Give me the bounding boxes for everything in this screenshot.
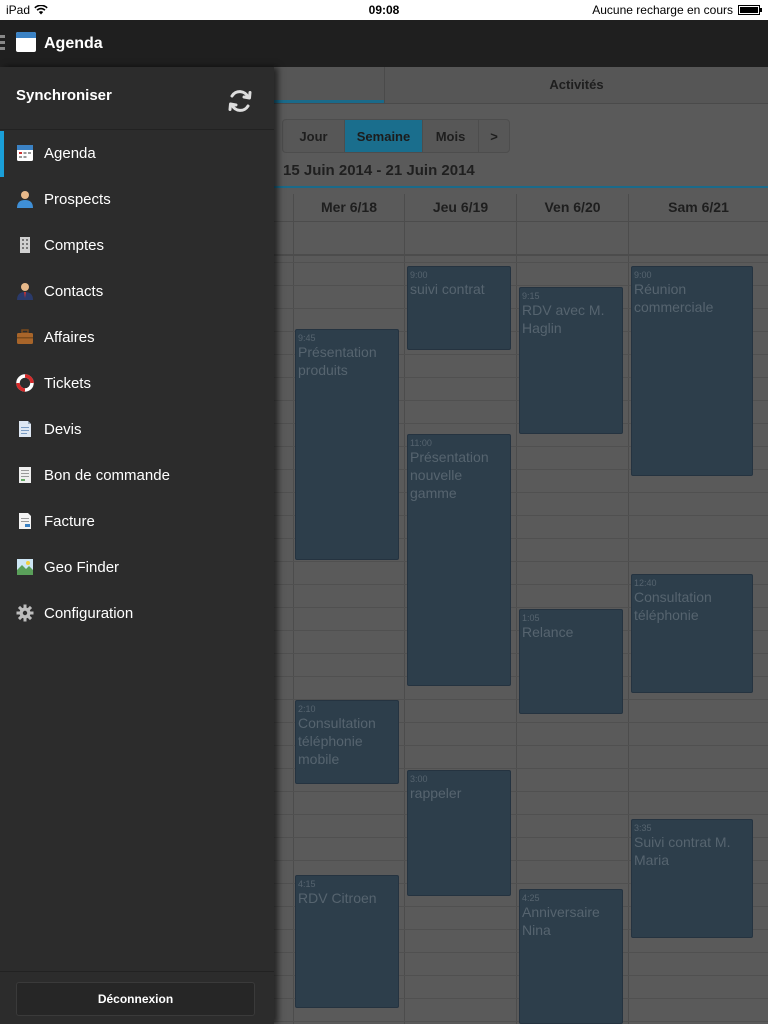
menu-item-tickets[interactable]: Tickets	[0, 361, 274, 407]
event-time: 4:25	[522, 893, 540, 903]
event-time: 3:35	[634, 823, 652, 833]
event-time: 2:10	[298, 704, 316, 714]
calendar-icon	[16, 32, 36, 52]
event-time: 11:00	[410, 438, 432, 448]
menu-item-devis[interactable]: Devis	[0, 407, 274, 453]
event-time: 1:05	[522, 613, 540, 623]
event-time: 12:40	[634, 578, 657, 588]
menu-item-label: Affaires	[44, 329, 95, 346]
event-title: Suivi contrat M. Maria	[634, 834, 731, 868]
menu-item-label: Configuration	[44, 605, 134, 622]
event-jeu-suivi-contrat[interactable]: 9:00 suivi contrat	[407, 266, 511, 350]
menu-item-label: Tickets	[44, 375, 91, 392]
status-bar: iPad 09:08 Aucune recharge en cours	[0, 0, 768, 20]
calendar-header: Mer 6/18 Jeu 6/19 Ven 6/20 Sam 6/21	[274, 194, 768, 222]
menu-item-agenda[interactable]: Agenda	[0, 131, 274, 177]
calendar-icon	[17, 145, 33, 161]
menu-item-comptes[interactable]: Comptes	[0, 223, 274, 269]
menu-item-prospects[interactable]: Prospects	[0, 177, 274, 223]
event-time: 4:15	[298, 879, 316, 889]
next-button[interactable]: >	[479, 120, 509, 152]
event-jeu-presentation[interactable]: 11:00 Présentation nouvelle gamme	[407, 434, 511, 686]
sync-title: Synchroniser	[16, 87, 112, 104]
menu-item-contacts[interactable]: Contacts	[0, 269, 274, 315]
day-header-mer: Mer 6/18	[320, 199, 378, 215]
menu-item-configuration[interactable]: Configuration	[0, 591, 274, 637]
day-header-sam: Sam 6/21	[668, 199, 729, 215]
person-icon	[17, 191, 33, 208]
tab-agenda-indicator[interactable]	[274, 100, 384, 103]
menu-item-affaires[interactable]: Affaires	[0, 315, 274, 361]
view-week-button[interactable]: Semaine	[345, 120, 423, 152]
event-time: 9:00	[410, 270, 428, 280]
briefcase-icon	[17, 329, 33, 344]
drawer-header: Synchroniser	[0, 67, 274, 130]
menu-item-label: Facture	[44, 513, 95, 530]
view-day-button[interactable]: Jour	[283, 120, 345, 152]
map-icon	[17, 559, 33, 575]
event-mer-rdv-citroen[interactable]: 4:15 RDV Citroen	[295, 875, 399, 1008]
menu-item-label: Contacts	[44, 283, 104, 300]
menu-item-label: Bon de commande	[44, 467, 170, 484]
event-title: RDV Citroen	[298, 890, 377, 906]
tab-activites[interactable]: Activités	[384, 67, 768, 104]
app-title: Agenda	[44, 35, 103, 52]
document-icon	[19, 421, 31, 437]
event-title: rappeler	[410, 785, 462, 801]
building-icon	[20, 237, 30, 253]
side-drawer: Synchroniser Agenda Prospects Comptes Co…	[0, 67, 274, 1024]
event-title: RDV avec M. Haglin	[522, 302, 605, 336]
date-range-divider	[274, 186, 768, 188]
event-title: suivi contrat	[410, 281, 485, 297]
app-header: Agenda	[0, 20, 768, 67]
event-title: Présentation nouvelle gamme	[410, 449, 489, 501]
menu-item-label: Geo Finder	[44, 559, 120, 576]
contact-icon	[17, 283, 33, 300]
drawer-menu: Agenda Prospects Comptes Contacts Affair…	[0, 131, 274, 637]
menu-item-bon-de-commande[interactable]: Bon de commande	[0, 453, 274, 499]
event-time: 9:15	[522, 291, 540, 301]
event-sam-suivi-contrat[interactable]: 3:35 Suivi contrat M. Maria	[631, 819, 753, 938]
battery-icon	[738, 5, 762, 15]
menu-item-geo-finder[interactable]: Geo Finder	[0, 545, 274, 591]
event-time: 9:45	[298, 333, 316, 343]
event-jeu-rappeler[interactable]: 3:00 rappeler	[407, 770, 511, 896]
tab-bar: Activités	[274, 67, 768, 104]
event-sam-consultation[interactable]: 12:40 Consultation téléphonie	[631, 574, 753, 693]
menu-icon[interactable]	[0, 35, 5, 51]
invoice-icon	[19, 513, 31, 529]
view-selector: Jour Semaine Mois >	[282, 119, 510, 153]
event-ven-relance[interactable]: 1:05 Relance	[519, 609, 623, 714]
event-title: Réunion commerciale	[634, 281, 714, 315]
event-ven-rdv-haglin[interactable]: 9:15 RDV avec M. Haglin	[519, 287, 623, 434]
event-title: Consultation téléphonie mobile	[298, 715, 376, 767]
gear-icon	[16, 604, 34, 622]
refresh-icon[interactable]	[227, 88, 253, 114]
event-time: 9:00	[634, 270, 652, 280]
menu-item-label: Prospects	[44, 191, 111, 208]
lifebuoy-icon	[16, 374, 34, 392]
event-title: Relance	[522, 624, 574, 640]
drawer-footer: Déconnexion	[0, 971, 274, 1024]
menu-item-label: Comptes	[44, 237, 105, 254]
event-title: Anniversaire Nina	[522, 904, 600, 938]
event-time: 3:00	[410, 774, 428, 784]
event-mer-presentation[interactable]: 9:45 Présentation produits	[295, 329, 399, 560]
logout-button[interactable]: Déconnexion	[16, 982, 255, 1016]
view-month-button[interactable]: Mois	[423, 120, 479, 152]
charging-status: Aucune recharge en cours	[592, 3, 733, 17]
day-header-jeu: Jeu 6/19	[432, 199, 489, 215]
date-range: 15 Juin 2014 - 21 Juin 2014	[283, 162, 475, 179]
order-icon	[19, 467, 31, 483]
event-mer-consultation[interactable]: 2:10 Consultation téléphonie mobile	[295, 700, 399, 784]
event-ven-anniversaire[interactable]: 4:25 Anniversaire Nina	[519, 889, 623, 1024]
event-title: Présentation produits	[298, 344, 377, 378]
event-title: Consultation téléphonie	[634, 589, 712, 623]
menu-item-label: Agenda	[44, 145, 96, 162]
day-header-ven: Ven 6/20	[544, 199, 601, 215]
menu-item-label: Devis	[44, 421, 82, 438]
menu-item-facture[interactable]: Facture	[0, 499, 274, 545]
all-day-row	[274, 222, 768, 256]
event-sam-reunion[interactable]: 9:00 Réunion commerciale	[631, 266, 753, 476]
